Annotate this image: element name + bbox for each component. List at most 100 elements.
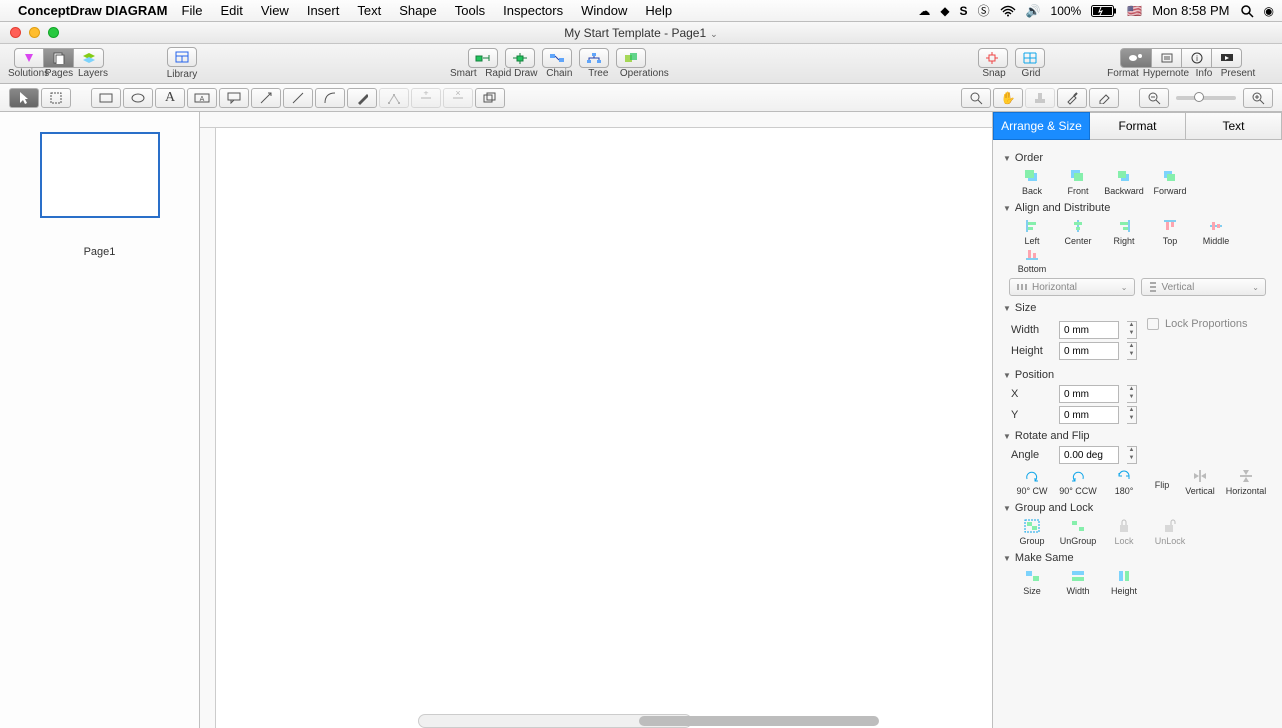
pointer-tool[interactable] — [9, 88, 39, 108]
hand-tool[interactable]: ✋ — [993, 88, 1023, 108]
diamond-icon[interactable]: ◆ — [940, 4, 949, 18]
menu-view[interactable]: View — [261, 3, 289, 18]
x-input[interactable] — [1059, 385, 1119, 403]
pen-tool[interactable] — [347, 88, 377, 108]
align-bottom-button[interactable]: Bottom — [1009, 246, 1055, 274]
section-size[interactable]: ▼Size — [1003, 302, 1272, 314]
rectangle-tool[interactable] — [91, 88, 121, 108]
eraser-tool[interactable] — [1089, 88, 1119, 108]
textbox-tool[interactable]: A — [187, 88, 217, 108]
vertical-ruler[interactable] — [200, 128, 216, 728]
snap-button[interactable] — [978, 48, 1008, 68]
present-button[interactable] — [1212, 48, 1242, 68]
edit-points-tool[interactable] — [379, 88, 409, 108]
tab-text[interactable]: Text — [1186, 112, 1282, 140]
y-stepper[interactable]: ▲▼ — [1127, 406, 1137, 424]
spotlight-icon[interactable] — [1240, 4, 1254, 18]
angle-stepper[interactable]: ▲▼ — [1127, 446, 1137, 464]
page-thumbnail[interactable] — [40, 132, 160, 218]
rotate-ccw-button[interactable]: 90° CCW — [1055, 468, 1101, 496]
flip-vertical-button[interactable]: Vertical — [1177, 468, 1223, 496]
stamp-tool[interactable] — [1025, 88, 1055, 108]
section-make-same[interactable]: ▼Make Same — [1003, 552, 1272, 564]
grid-button[interactable] — [1015, 48, 1045, 68]
zoom-in-button[interactable] — [1243, 88, 1273, 108]
curve-tool[interactable] — [315, 88, 345, 108]
arrow-tool[interactable] — [251, 88, 281, 108]
rotate-180-button[interactable]: 180° — [1101, 468, 1147, 496]
menu-insert[interactable]: Insert — [307, 3, 340, 18]
clone-tool[interactable] — [475, 88, 505, 108]
format-button[interactable] — [1120, 48, 1152, 68]
rotate-cw-button[interactable]: 90° CW — [1009, 468, 1055, 496]
same-size-button[interactable]: Size — [1009, 568, 1055, 596]
align-middle-button[interactable]: Middle — [1193, 218, 1239, 246]
lock-button[interactable]: Lock — [1101, 518, 1147, 546]
window-title[interactable]: My Start Template - Page1⌄ — [0, 26, 1282, 40]
x-stepper[interactable]: ▲▼ — [1127, 385, 1137, 403]
eyedropper-tool[interactable] — [1057, 88, 1087, 108]
width-input[interactable] — [1059, 321, 1119, 339]
distribute-vertical-dropdown[interactable]: Vertical⌄ — [1141, 278, 1267, 296]
menu-shape[interactable]: Shape — [399, 3, 437, 18]
order-backward-button[interactable]: Backward — [1101, 168, 1147, 196]
notification-center-icon[interactable]: ◉ — [1264, 4, 1274, 18]
order-forward-button[interactable]: Forward — [1147, 168, 1193, 196]
distribute-horizontal-dropdown[interactable]: Horizontal⌄ — [1009, 278, 1135, 296]
layers-button[interactable] — [74, 48, 104, 68]
width-stepper[interactable]: ▲▼ — [1127, 321, 1137, 339]
add-point-tool[interactable]: + — [411, 88, 441, 108]
zoom-tool[interactable] — [961, 88, 991, 108]
section-align[interactable]: ▼Align and Distribute — [1003, 202, 1272, 214]
hypernote-button[interactable] — [1152, 48, 1182, 68]
tab-format[interactable]: Format — [1090, 112, 1186, 140]
menu-file[interactable]: File — [182, 3, 203, 18]
pages-button[interactable] — [44, 48, 74, 68]
horizontal-ruler[interactable] — [200, 112, 992, 128]
group-button[interactable]: Group — [1009, 518, 1055, 546]
height-stepper[interactable]: ▲▼ — [1127, 342, 1137, 360]
marquee-tool[interactable] — [41, 88, 71, 108]
ellipse-tool[interactable] — [123, 88, 153, 108]
callout-tool[interactable] — [219, 88, 249, 108]
align-top-button[interactable]: Top — [1147, 218, 1193, 246]
menu-edit[interactable]: Edit — [220, 3, 242, 18]
clock[interactable]: Mon 8:58 PM — [1152, 3, 1229, 18]
rapid-draw-button[interactable] — [505, 48, 535, 68]
angle-input[interactable] — [1059, 446, 1119, 464]
zoom-slider[interactable] — [1176, 96, 1236, 100]
section-group[interactable]: ▼Group and Lock — [1003, 502, 1272, 514]
chain-button[interactable] — [542, 48, 572, 68]
tree-button[interactable] — [579, 48, 609, 68]
height-input[interactable] — [1059, 342, 1119, 360]
app-name[interactable]: ConceptDraw DIAGRAM — [18, 3, 168, 18]
unlock-button[interactable]: UnLock — [1147, 518, 1193, 546]
menu-text[interactable]: Text — [357, 3, 381, 18]
skype-icon[interactable]: Ⓢ — [978, 2, 990, 19]
lock-proportions-checkbox[interactable]: Lock Proportions — [1147, 318, 1248, 330]
zoom-out-button[interactable] — [1139, 88, 1169, 108]
info-button[interactable]: i — [1182, 48, 1212, 68]
smart-button[interactable] — [468, 48, 498, 68]
drawing-canvas[interactable] — [216, 128, 992, 728]
line-tool[interactable] — [283, 88, 313, 108]
order-front-button[interactable]: Front — [1055, 168, 1101, 196]
flip-horizontal-button[interactable]: Horizontal — [1223, 468, 1269, 496]
y-input[interactable] — [1059, 406, 1119, 424]
volume-icon[interactable]: 🔊 — [1026, 4, 1041, 18]
horizontal-scrollbar[interactable] — [418, 714, 692, 728]
ungroup-button[interactable]: UnGroup — [1055, 518, 1101, 546]
cloud-icon[interactable]: ☁ — [918, 4, 930, 18]
menu-window[interactable]: Window — [581, 3, 627, 18]
text-tool[interactable]: A — [155, 88, 185, 108]
align-center-button[interactable]: Center — [1055, 218, 1101, 246]
menu-inspectors[interactable]: Inspectors — [503, 3, 563, 18]
library-button[interactable] — [167, 47, 197, 67]
delete-point-tool[interactable]: × — [443, 88, 473, 108]
solutions-button[interactable] — [14, 48, 44, 68]
section-rotate[interactable]: ▼Rotate and Flip — [1003, 430, 1272, 442]
section-order[interactable]: ▼Order — [1003, 152, 1272, 164]
canvas-area[interactable] — [200, 112, 992, 728]
section-position[interactable]: ▼Position — [1003, 369, 1272, 381]
same-width-button[interactable]: Width — [1055, 568, 1101, 596]
